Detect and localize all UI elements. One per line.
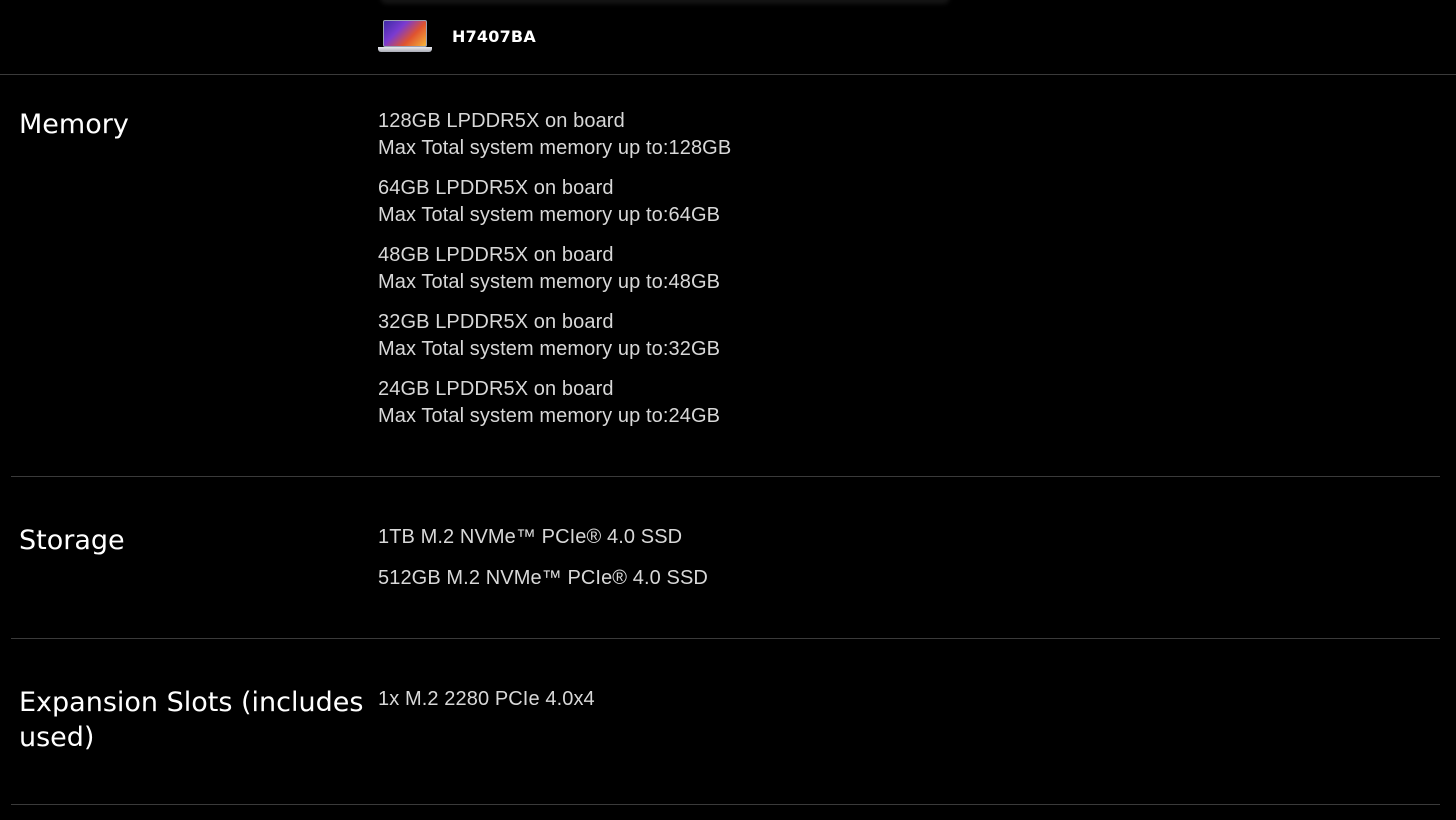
- header-shadow: [380, 0, 950, 4]
- expansion-option: 1x M.2 2280 PCIe 4.0x4: [378, 688, 595, 710]
- spec-section-expansion: Expansion Slots (includes used) 1x M.2 2…: [11, 639, 1440, 805]
- memory-option: 64GB LPDDR5X on board Max Total system m…: [378, 175, 731, 229]
- spec-page: H7407BA Memory 128GB LPDDR5X on board Ma…: [0, 0, 1456, 820]
- memory-option-size: 24GB LPDDR5X on board: [378, 378, 614, 400]
- memory-option-size: 64GB LPDDR5X on board: [378, 177, 614, 199]
- storage-options: 1TB M.2 NVMe™ PCIe® 4.0 SSD 512GB M.2 NV…: [378, 524, 708, 606]
- laptop-thumbnail-icon: [378, 18, 432, 54]
- memory-option: 128GB LPDDR5X on board Max Total system …: [378, 108, 731, 162]
- memory-option-max: Max Total system memory up to:32GB: [378, 338, 721, 360]
- product-header: H7407BA: [0, 0, 1456, 75]
- memory-option-max: Max Total system memory up to:128GB: [378, 137, 732, 159]
- section-title-storage: Storage: [19, 525, 125, 556]
- memory-option-max: Max Total system memory up to:64GB: [378, 204, 721, 226]
- expansion-options: 1x M.2 2280 PCIe 4.0x4: [378, 686, 595, 727]
- section-title-expansion: Expansion Slots (includes used): [19, 687, 364, 753]
- memory-option-max: Max Total system memory up to:48GB: [378, 271, 721, 293]
- product-name: H7407BA: [452, 26, 536, 46]
- spec-section-memory: Memory 128GB LPDDR5X on board Max Total …: [11, 75, 1440, 477]
- spec-section-storage: Storage 1TB M.2 NVMe™ PCIe® 4.0 SSD 512G…: [11, 477, 1440, 639]
- memory-option: 48GB LPDDR5X on board Max Total system m…: [378, 242, 731, 296]
- storage-option: 1TB M.2 NVMe™ PCIe® 4.0 SSD: [378, 526, 683, 548]
- memory-option-max: Max Total system memory up to:24GB: [378, 405, 721, 427]
- memory-option: 32GB LPDDR5X on board Max Total system m…: [378, 309, 731, 363]
- section-title-memory: Memory: [19, 109, 129, 140]
- memory-option-size: 48GB LPDDR5X on board: [378, 244, 614, 266]
- memory-option-size: 128GB LPDDR5X on board: [378, 110, 625, 132]
- storage-option: 512GB M.2 NVMe™ PCIe® 4.0 SSD: [378, 567, 708, 589]
- memory-options: 128GB LPDDR5X on board Max Total system …: [378, 108, 731, 443]
- memory-option-size: 32GB LPDDR5X on board: [378, 311, 614, 333]
- memory-option: 24GB LPDDR5X on board Max Total system m…: [378, 376, 731, 430]
- product-model: H7407BA: [378, 18, 536, 54]
